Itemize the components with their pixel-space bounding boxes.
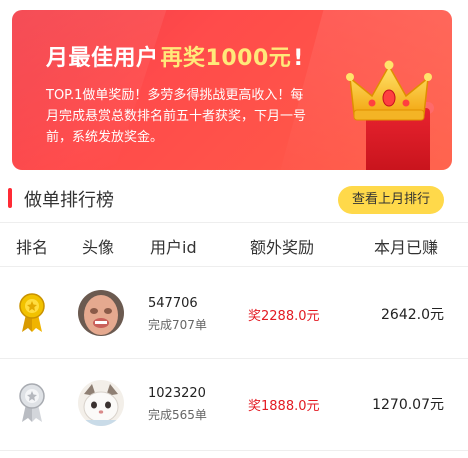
completed-count: 完成707单 bbox=[148, 318, 207, 332]
avatar bbox=[78, 380, 124, 426]
ranking-title: 做单排行榜 bbox=[24, 190, 114, 211]
user-id: 1023220 bbox=[148, 386, 206, 401]
section-accent-bar bbox=[8, 188, 12, 208]
divider bbox=[0, 222, 468, 223]
completed-count: 完成565单 bbox=[148, 408, 207, 422]
view-last-month-button[interactable]: 查看上月排行 bbox=[338, 186, 444, 214]
ranking-header: 做单排行榜 查看上月排行 bbox=[0, 178, 468, 220]
table-row[interactable]: 1023220 完成565单 奖1888.0元 1270.07元 bbox=[0, 360, 468, 448]
gold-medal-icon bbox=[18, 292, 46, 334]
promo-banner: 月最佳用户再奖1000元! TOP.1做单奖励！多劳多得挑战更高收入！每月完成悬… bbox=[12, 10, 452, 170]
bonus-amount: 奖2288.0元 bbox=[248, 309, 320, 324]
banner-description: TOP.1做单奖励！多劳多得挑战更高收入！每月完成悬赏总数排名前五十者获奖，下月… bbox=[46, 88, 307, 145]
divider bbox=[0, 266, 468, 267]
crown-icon bbox=[344, 58, 434, 168]
avatar bbox=[78, 290, 124, 336]
column-avatar: 头像 bbox=[82, 238, 115, 257]
divider bbox=[0, 358, 468, 359]
earned-amount: 2642.0元 bbox=[381, 307, 444, 323]
banner-title-prefix: 月最佳用户 bbox=[46, 46, 159, 71]
banner-title-suffix: ! bbox=[293, 46, 304, 71]
user-id: 547706 bbox=[148, 296, 198, 311]
banner-title-highlight: 再奖1000元 bbox=[160, 46, 292, 71]
column-earned: 本月已赚 bbox=[374, 238, 439, 257]
column-user-id: 用户id bbox=[150, 238, 197, 257]
bonus-amount: 奖1888.0元 bbox=[248, 399, 320, 414]
silver-medal-icon bbox=[18, 382, 46, 424]
earned-amount: 1270.07元 bbox=[372, 397, 444, 413]
divider bbox=[0, 450, 468, 451]
column-bonus: 额外奖励 bbox=[250, 238, 315, 257]
banner-title: 月最佳用户再奖1000元! bbox=[46, 40, 304, 72]
table-row[interactable]: 547706 完成707单 奖2288.0元 2642.0元 bbox=[0, 268, 468, 356]
column-rank: 排名 bbox=[16, 238, 49, 257]
